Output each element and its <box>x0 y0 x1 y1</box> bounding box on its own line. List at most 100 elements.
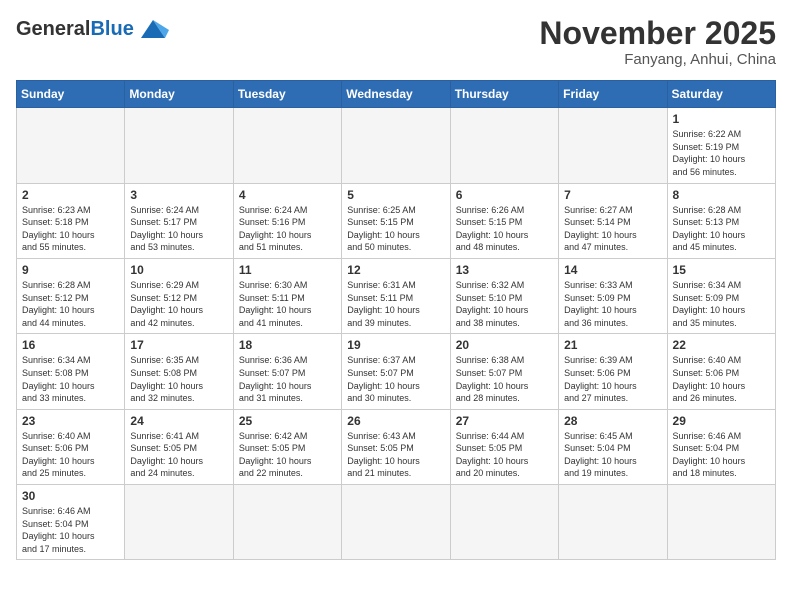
day-info-7: Sunrise: 6:27 AM Sunset: 5:14 PM Dayligh… <box>564 205 637 253</box>
location-subtitle: Fanyang, Anhui, China <box>539 51 776 68</box>
day-info-13: Sunrise: 6:32 AM Sunset: 5:10 PM Dayligh… <box>456 280 529 328</box>
day-3: 3 Sunrise: 6:24 AM Sunset: 5:17 PM Dayli… <box>125 183 233 258</box>
header-saturday: Saturday <box>667 81 775 108</box>
day-30: 30 Sunrise: 6:46 AM Sunset: 5:04 PM Dayl… <box>17 485 125 560</box>
day-11: 11 Sunrise: 6:30 AM Sunset: 5:11 PM Dayl… <box>233 258 341 333</box>
day-20: 20 Sunrise: 6:38 AM Sunset: 5:07 PM Dayl… <box>450 334 558 409</box>
day-number-1: 1 <box>673 112 770 126</box>
day-1: 1 Sunrise: 6:22 AM Sunset: 5:19 PM Dayli… <box>667 108 775 183</box>
day-info-10: Sunrise: 6:29 AM Sunset: 5:12 PM Dayligh… <box>130 280 203 328</box>
day-number-9: 9 <box>22 263 119 277</box>
header-tuesday: Tuesday <box>233 81 341 108</box>
day-info-27: Sunrise: 6:44 AM Sunset: 5:05 PM Dayligh… <box>456 431 529 479</box>
day-info-20: Sunrise: 6:38 AM Sunset: 5:07 PM Dayligh… <box>456 355 529 403</box>
day-info-17: Sunrise: 6:35 AM Sunset: 5:08 PM Dayligh… <box>130 355 203 403</box>
day-number-20: 20 <box>456 338 553 352</box>
day-15: 15 Sunrise: 6:34 AM Sunset: 5:09 PM Dayl… <box>667 258 775 333</box>
week-row-6: 30 Sunrise: 6:46 AM Sunset: 5:04 PM Dayl… <box>17 485 776 560</box>
day-25: 25 Sunrise: 6:42 AM Sunset: 5:05 PM Dayl… <box>233 409 341 484</box>
header-thursday: Thursday <box>450 81 558 108</box>
day-10: 10 Sunrise: 6:29 AM Sunset: 5:12 PM Dayl… <box>125 258 233 333</box>
day-info-2: Sunrise: 6:23 AM Sunset: 5:18 PM Dayligh… <box>22 205 95 253</box>
day-info-26: Sunrise: 6:43 AM Sunset: 5:05 PM Dayligh… <box>347 431 420 479</box>
week-row-4: 16 Sunrise: 6:34 AM Sunset: 5:08 PM Dayl… <box>17 334 776 409</box>
day-23: 23 Sunrise: 6:40 AM Sunset: 5:06 PM Dayl… <box>17 409 125 484</box>
day-info-14: Sunrise: 6:33 AM Sunset: 5:09 PM Dayligh… <box>564 280 637 328</box>
day-number-18: 18 <box>239 338 336 352</box>
day-17: 17 Sunrise: 6:35 AM Sunset: 5:08 PM Dayl… <box>125 334 233 409</box>
day-info-3: Sunrise: 6:24 AM Sunset: 5:17 PM Dayligh… <box>130 205 203 253</box>
day-number-16: 16 <box>22 338 119 352</box>
day-2: 2 Sunrise: 6:23 AM Sunset: 5:18 PM Dayli… <box>17 183 125 258</box>
day-number-25: 25 <box>239 414 336 428</box>
logo: GeneralBlue <box>16 16 169 42</box>
day-info-8: Sunrise: 6:28 AM Sunset: 5:13 PM Dayligh… <box>673 205 746 253</box>
title-block: November 2025 Fanyang, Anhui, China <box>539 16 776 68</box>
empty-cell <box>233 485 341 560</box>
month-title: November 2025 <box>539 16 776 51</box>
day-number-5: 5 <box>347 188 444 202</box>
day-number-13: 13 <box>456 263 553 277</box>
day-number-22: 22 <box>673 338 770 352</box>
day-22: 22 Sunrise: 6:40 AM Sunset: 5:06 PM Dayl… <box>667 334 775 409</box>
day-8: 8 Sunrise: 6:28 AM Sunset: 5:13 PM Dayli… <box>667 183 775 258</box>
day-28: 28 Sunrise: 6:45 AM Sunset: 5:04 PM Dayl… <box>559 409 667 484</box>
day-19: 19 Sunrise: 6:37 AM Sunset: 5:07 PM Dayl… <box>342 334 450 409</box>
day-info-5: Sunrise: 6:25 AM Sunset: 5:15 PM Dayligh… <box>347 205 420 253</box>
day-number-2: 2 <box>22 188 119 202</box>
header-monday: Monday <box>125 81 233 108</box>
day-16: 16 Sunrise: 6:34 AM Sunset: 5:08 PM Dayl… <box>17 334 125 409</box>
day-number-17: 17 <box>130 338 227 352</box>
day-number-12: 12 <box>347 263 444 277</box>
day-info-4: Sunrise: 6:24 AM Sunset: 5:16 PM Dayligh… <box>239 205 312 253</box>
day-number-10: 10 <box>130 263 227 277</box>
day-info-16: Sunrise: 6:34 AM Sunset: 5:08 PM Dayligh… <box>22 355 95 403</box>
day-number-6: 6 <box>456 188 553 202</box>
day-info-25: Sunrise: 6:42 AM Sunset: 5:05 PM Dayligh… <box>239 431 312 479</box>
week-row-3: 9 Sunrise: 6:28 AM Sunset: 5:12 PM Dayli… <box>17 258 776 333</box>
day-info-22: Sunrise: 6:40 AM Sunset: 5:06 PM Dayligh… <box>673 355 746 403</box>
empty-cell <box>17 108 125 183</box>
day-number-24: 24 <box>130 414 227 428</box>
empty-cell <box>233 108 341 183</box>
day-info-11: Sunrise: 6:30 AM Sunset: 5:11 PM Dayligh… <box>239 280 312 328</box>
empty-cell <box>450 108 558 183</box>
day-info-28: Sunrise: 6:45 AM Sunset: 5:04 PM Dayligh… <box>564 431 637 479</box>
day-14: 14 Sunrise: 6:33 AM Sunset: 5:09 PM Dayl… <box>559 258 667 333</box>
day-6: 6 Sunrise: 6:26 AM Sunset: 5:15 PM Dayli… <box>450 183 558 258</box>
week-row-5: 23 Sunrise: 6:40 AM Sunset: 5:06 PM Dayl… <box>17 409 776 484</box>
empty-cell <box>559 108 667 183</box>
day-9: 9 Sunrise: 6:28 AM Sunset: 5:12 PM Dayli… <box>17 258 125 333</box>
weekday-header-row: Sunday Monday Tuesday Wednesday Thursday… <box>17 81 776 108</box>
day-info-29: Sunrise: 6:46 AM Sunset: 5:04 PM Dayligh… <box>673 431 746 479</box>
day-24: 24 Sunrise: 6:41 AM Sunset: 5:05 PM Dayl… <box>125 409 233 484</box>
day-number-23: 23 <box>22 414 119 428</box>
header-friday: Friday <box>559 81 667 108</box>
day-18: 18 Sunrise: 6:36 AM Sunset: 5:07 PM Dayl… <box>233 334 341 409</box>
day-12: 12 Sunrise: 6:31 AM Sunset: 5:11 PM Dayl… <box>342 258 450 333</box>
header-wednesday: Wednesday <box>342 81 450 108</box>
empty-cell <box>559 485 667 560</box>
day-info-23: Sunrise: 6:40 AM Sunset: 5:06 PM Dayligh… <box>22 431 95 479</box>
page-header: GeneralBlue November 2025 Fanyang, Anhui… <box>16 16 776 68</box>
week-row-1: 1 Sunrise: 6:22 AM Sunset: 5:19 PM Dayli… <box>17 108 776 183</box>
day-29: 29 Sunrise: 6:46 AM Sunset: 5:04 PM Dayl… <box>667 409 775 484</box>
day-number-15: 15 <box>673 263 770 277</box>
day-info-9: Sunrise: 6:28 AM Sunset: 5:12 PM Dayligh… <box>22 280 95 328</box>
day-info-21: Sunrise: 6:39 AM Sunset: 5:06 PM Dayligh… <box>564 355 637 403</box>
day-4: 4 Sunrise: 6:24 AM Sunset: 5:16 PM Dayli… <box>233 183 341 258</box>
day-number-28: 28 <box>564 414 661 428</box>
day-27: 27 Sunrise: 6:44 AM Sunset: 5:05 PM Dayl… <box>450 409 558 484</box>
header-sunday: Sunday <box>17 81 125 108</box>
logo-icon <box>137 16 169 42</box>
day-5: 5 Sunrise: 6:25 AM Sunset: 5:15 PM Dayli… <box>342 183 450 258</box>
day-21: 21 Sunrise: 6:39 AM Sunset: 5:06 PM Dayl… <box>559 334 667 409</box>
empty-cell <box>667 485 775 560</box>
day-number-30: 30 <box>22 489 119 503</box>
day-number-26: 26 <box>347 414 444 428</box>
day-info-15: Sunrise: 6:34 AM Sunset: 5:09 PM Dayligh… <box>673 280 746 328</box>
day-info-30: Sunrise: 6:46 AM Sunset: 5:04 PM Dayligh… <box>22 506 95 554</box>
day-info-1: Sunrise: 6:22 AM Sunset: 5:19 PM Dayligh… <box>673 129 746 177</box>
day-info-12: Sunrise: 6:31 AM Sunset: 5:11 PM Dayligh… <box>347 280 420 328</box>
day-number-7: 7 <box>564 188 661 202</box>
